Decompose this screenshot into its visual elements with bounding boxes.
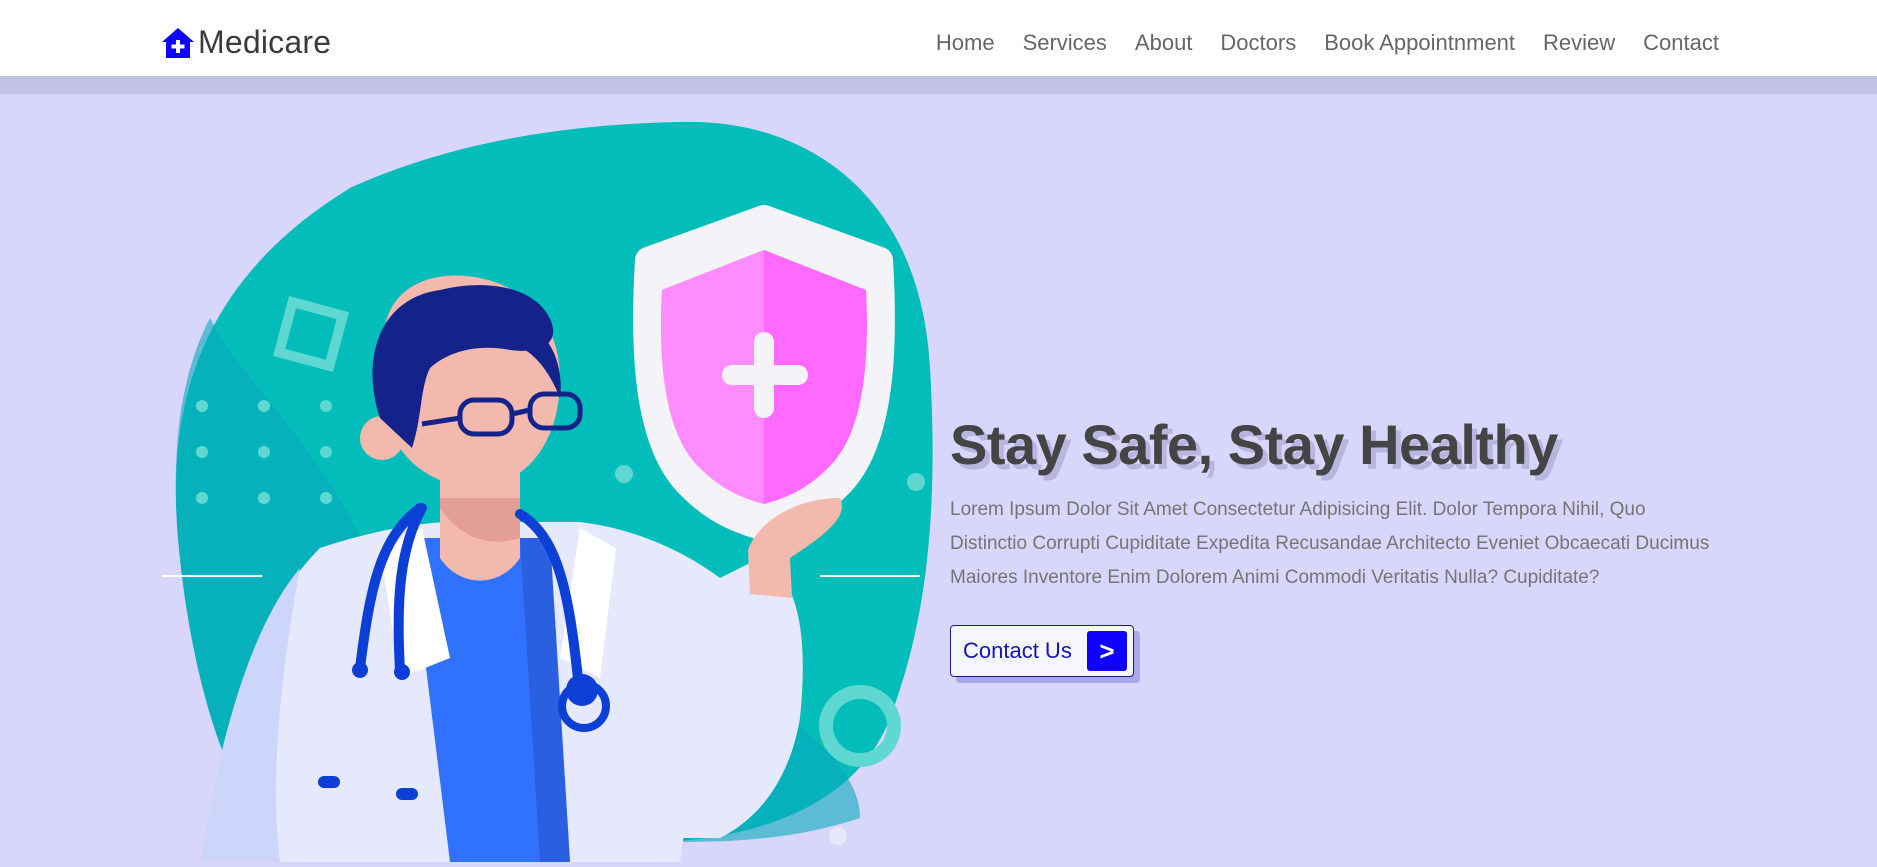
house-medical-icon [160,26,196,60]
contact-us-button[interactable]: Contact Us > [950,625,1134,677]
arrow-right-icon: > [1087,631,1127,671]
hero-content: Stay Safe, Stay Healthy Lorem Ipsum Dolo… [950,412,1720,683]
hero-description: Lorem Ipsum Dolor Sit Amet Consectetur A… [950,499,1710,588]
main-nav: Home Services About Doctors Book Appoint… [908,30,1719,56]
nav-about[interactable]: About [1135,30,1193,56]
logo[interactable]: Medicare [160,24,331,61]
doctor-with-shield-illustration [160,118,940,862]
nav-book-appointment[interactable]: Book Appointnment [1324,30,1515,56]
nav-contact[interactable]: Contact [1643,30,1719,56]
nav-doctors[interactable]: Doctors [1220,30,1296,56]
hero-title: Stay Safe, Stay Healthy [950,413,1558,476]
nav-review[interactable]: Review [1543,30,1615,56]
nav-services[interactable]: Services [1023,30,1107,56]
contact-us-label: Contact Us [963,638,1072,663]
cta-wrapper: Contact Us > [950,625,1140,683]
nav-home[interactable]: Home [936,30,995,56]
logo-text: Medicare [198,24,332,60]
site-header: Medicare Home Services About Doctors Boo… [0,0,1877,94]
